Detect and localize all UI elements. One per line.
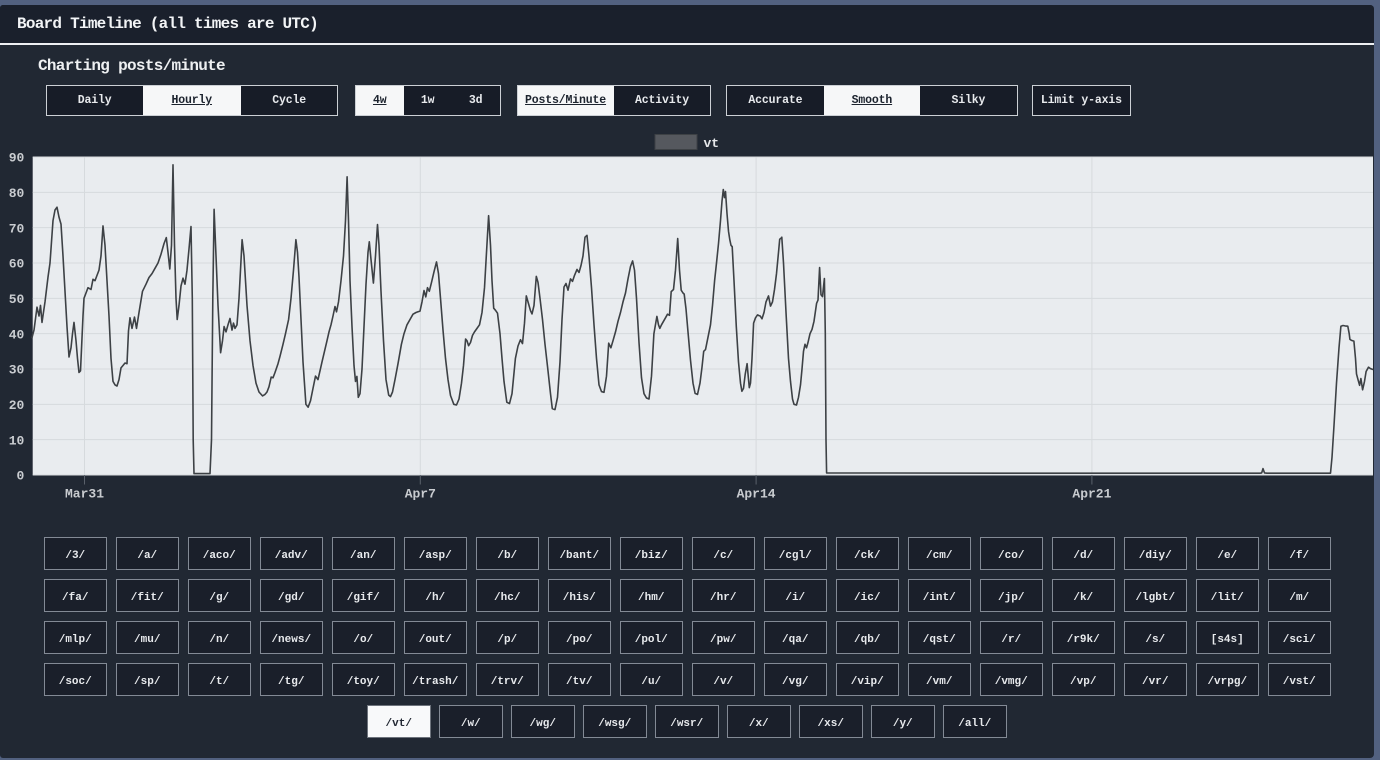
svg-text:60: 60 — [9, 257, 25, 272]
svg-text:Mar31: Mar31 — [65, 486, 104, 501]
svg-text:90: 90 — [9, 151, 25, 166]
svg-text:40: 40 — [9, 327, 25, 342]
svg-text:80: 80 — [9, 186, 25, 201]
svg-text:vt: vt — [704, 136, 720, 151]
svg-text:20: 20 — [9, 398, 25, 413]
svg-text:30: 30 — [9, 363, 25, 378]
svg-text:0: 0 — [16, 469, 24, 484]
svg-text:Apr21: Apr21 — [1072, 486, 1111, 501]
svg-text:10: 10 — [9, 433, 25, 448]
svg-text:50: 50 — [9, 292, 25, 307]
svg-text:Apr7: Apr7 — [405, 486, 436, 501]
svg-text:Apr14: Apr14 — [737, 486, 776, 501]
svg-text:70: 70 — [9, 221, 25, 236]
